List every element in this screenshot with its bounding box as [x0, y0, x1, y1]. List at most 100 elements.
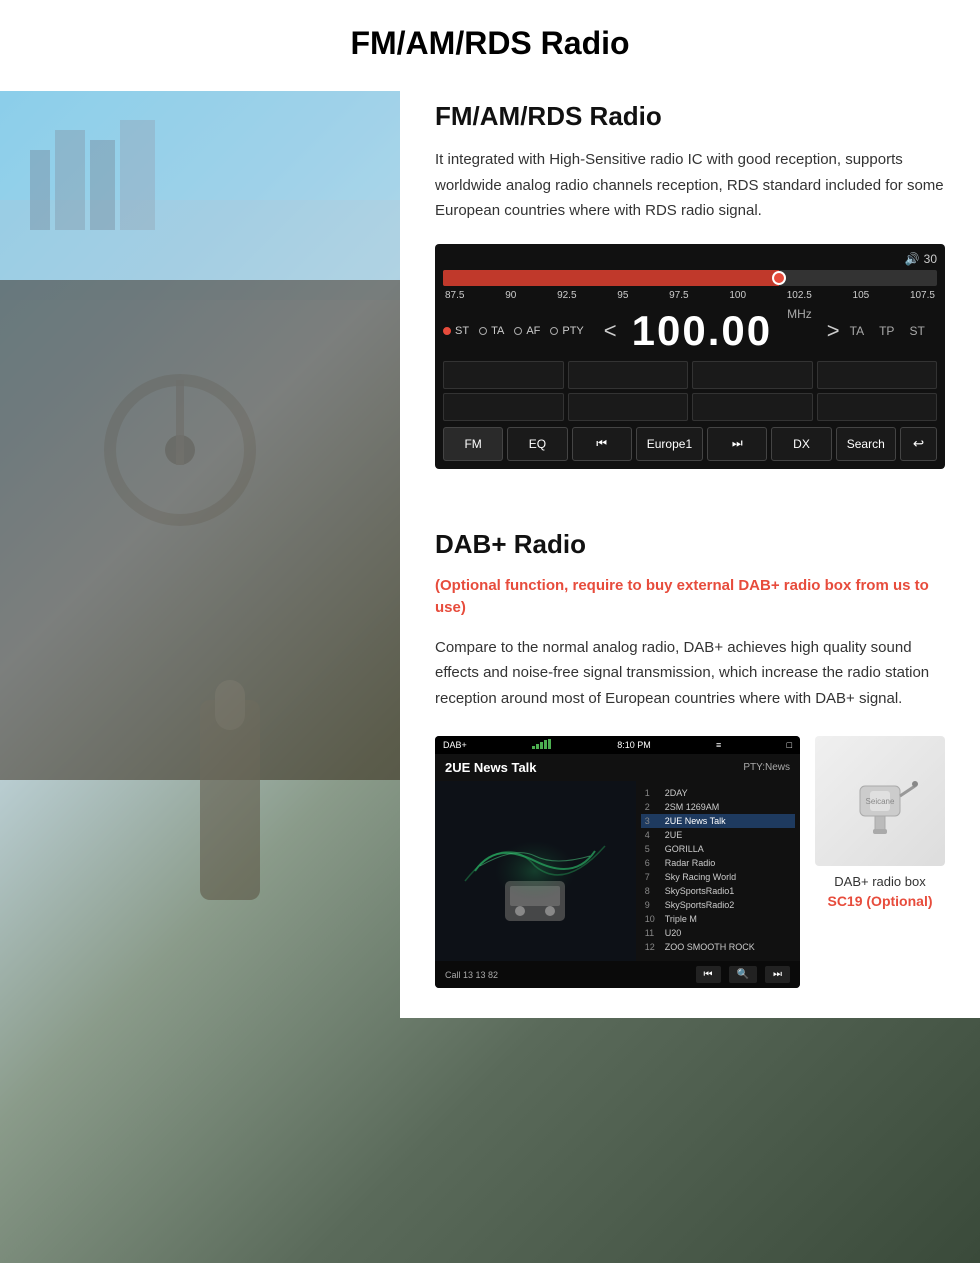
preset-5[interactable] — [443, 393, 564, 421]
station-11[interactable]: 11 U20 — [641, 926, 795, 940]
station-7[interactable]: 7 Sky Racing World — [641, 870, 795, 884]
radio-ui: 🔊 30 87.5 90 92.5 95 97.5 100 — [435, 244, 945, 469]
preset-1[interactable] — [443, 361, 564, 389]
radio-ta-tp: TA TP ST — [850, 324, 925, 338]
radio-presets-row1 — [443, 361, 937, 389]
dot-ta — [479, 327, 487, 335]
freq-label-87: 87.5 — [445, 290, 464, 301]
station-10[interactable]: 10 Triple M — [641, 912, 795, 926]
option-af[interactable]: AF — [514, 325, 540, 337]
preset-6[interactable] — [568, 393, 689, 421]
dab-box-label: DAB+ radio box — [815, 874, 945, 889]
dab-footer: Call 13 13 82 ⏮ 🔍 ⏭ — [435, 961, 800, 988]
radio-freq-num: 100.00 — [632, 307, 772, 355]
dab-time: 8:10 PM — [617, 740, 651, 750]
radio-progress-fill — [443, 270, 779, 286]
dx-button[interactable]: DX — [771, 427, 831, 461]
radio-presets-row2 — [443, 393, 937, 421]
radio-freq-display: < 100.00 MHz > — [604, 307, 840, 355]
freq-prev-btn[interactable]: < — [604, 318, 617, 344]
freq-label-92: 92.5 — [557, 290, 576, 301]
dab-section: DAB+ Radio (Optional function, require t… — [0, 499, 980, 1019]
dab-wave-svg — [455, 811, 615, 931]
dab-body: 1 2DAY 2 2SM 1269AM 3 2UE News Talk — [435, 781, 800, 961]
station-6[interactable]: 6 Radar Radio — [641, 856, 795, 870]
dab-footer-controls: ⏮ 🔍 ⏭ — [696, 966, 790, 983]
fm-button[interactable]: FM — [443, 427, 503, 461]
station-5[interactable]: 5 GORILLA — [641, 842, 795, 856]
volume-level: 30 — [924, 252, 937, 266]
dot-st — [443, 327, 451, 335]
dab-panel: DAB+ Radio (Optional function, require t… — [400, 499, 980, 1019]
dab-signal-icon — [532, 739, 552, 751]
svg-text:Seicane: Seicane — [866, 797, 895, 806]
option-ta[interactable]: TA — [479, 325, 504, 337]
dab-prev-btn[interactable]: ⏮ — [696, 966, 721, 983]
fm-section-desc: It integrated with High-Sensitive radio … — [435, 147, 945, 224]
fm-section-title: FM/AM/RDS Radio — [435, 101, 945, 132]
option-pty[interactable]: PTY — [550, 325, 583, 337]
search-button[interactable]: Search — [836, 427, 896, 461]
europe1-button[interactable]: Europe1 — [636, 427, 703, 461]
freq-next-btn[interactable]: > — [827, 318, 840, 344]
dot-af — [514, 327, 522, 335]
radio-freq-labels: 87.5 90 92.5 95 97.5 100 102.5 105 107.5 — [443, 290, 937, 301]
dab-box-model: SC19 (Optional) — [815, 893, 945, 909]
radio-progress-dot — [772, 271, 786, 285]
eq-button[interactable]: EQ — [507, 427, 567, 461]
preset-2[interactable] — [568, 361, 689, 389]
prev-button[interactable]: ⏮ — [572, 427, 632, 461]
station-9[interactable]: 9 SkySportsRadio2 — [641, 898, 795, 912]
radio-options: ST TA AF PTY — [443, 307, 937, 355]
dab-station-name: 2UE News Talk — [445, 760, 537, 775]
dab-visual — [435, 781, 636, 961]
dab-header: 2UE News Talk PTY:News — [435, 754, 800, 781]
dab-station-list: 1 2DAY 2 2SM 1269AM 3 2UE News Talk — [636, 781, 800, 961]
freq-label-107: 107.5 — [910, 290, 935, 301]
radio-top-bar: 🔊 30 — [443, 252, 937, 266]
dab-images-row: DAB+ 8:10 PM ≡ □ — [435, 736, 945, 988]
dab-pty: PTY:News — [743, 762, 790, 773]
station-8[interactable]: 8 SkySportsRadio1 — [641, 884, 795, 898]
station-12[interactable]: 12 ZOO SMOOTH ROCK — [641, 940, 795, 954]
dab-menu-icon: ≡ — [716, 740, 721, 750]
radio-mhz: MHz — [787, 307, 812, 321]
radio-progress-bar[interactable] — [443, 270, 937, 286]
dab-box-section: Seicane DAB+ radio box SC19 (Optional) — [815, 736, 945, 909]
preset-3[interactable] — [692, 361, 813, 389]
dab-ui-screenshot: DAB+ 8:10 PM ≡ □ — [435, 736, 800, 988]
freq-label-105: 105 — [853, 290, 870, 301]
dab-call-text: Call 13 13 82 — [445, 970, 498, 980]
freq-label-97: 97.5 — [669, 290, 688, 301]
main-wrapper: FM/AM/RDS Radio FM/AM/RDS — [0, 0, 980, 1018]
freq-label-100: 100 — [729, 290, 746, 301]
radio-buttons: FM EQ ⏮ Europe1 ⏭ DX Search ↩ — [443, 427, 937, 461]
dab-desc: Compare to the normal analog radio, DAB+… — [435, 635, 945, 712]
freq-label-102: 102.5 — [787, 290, 812, 301]
fm-right-panel: FM/AM/RDS Radio It integrated with High-… — [400, 71, 980, 499]
page-title: FM/AM/RDS Radio — [20, 25, 960, 62]
dot-pty — [550, 327, 558, 335]
dab-box-svg: Seicane — [840, 761, 920, 841]
fm-section: FM/AM/RDS Radio It integrated with High-… — [0, 71, 980, 499]
dab-next-btn[interactable]: ⏭ — [765, 966, 790, 983]
volume-indicator: 🔊 30 — [905, 252, 937, 266]
dab-label: DAB+ — [443, 740, 467, 750]
dab-close-icon[interactable]: □ — [787, 740, 792, 750]
station-4[interactable]: 4 2UE — [641, 828, 795, 842]
preset-7[interactable] — [692, 393, 813, 421]
station-2[interactable]: 2 2SM 1269AM — [641, 800, 795, 814]
dab-box-image: Seicane — [815, 736, 945, 866]
option-st[interactable]: ST — [443, 325, 469, 337]
freq-label-90: 90 — [505, 290, 516, 301]
freq-label-95: 95 — [617, 290, 628, 301]
next-button[interactable]: ⏭ — [707, 427, 767, 461]
preset-8[interactable] — [817, 393, 938, 421]
station-3[interactable]: 3 2UE News Talk — [641, 814, 795, 828]
back-button[interactable]: ↩ — [900, 427, 937, 461]
preset-4[interactable] — [817, 361, 938, 389]
dab-status-bar: DAB+ 8:10 PM ≡ □ — [435, 736, 800, 754]
volume-icon: 🔊 — [905, 252, 920, 266]
dab-search-btn[interactable]: 🔍 — [729, 966, 757, 983]
station-1[interactable]: 1 2DAY — [641, 786, 795, 800]
